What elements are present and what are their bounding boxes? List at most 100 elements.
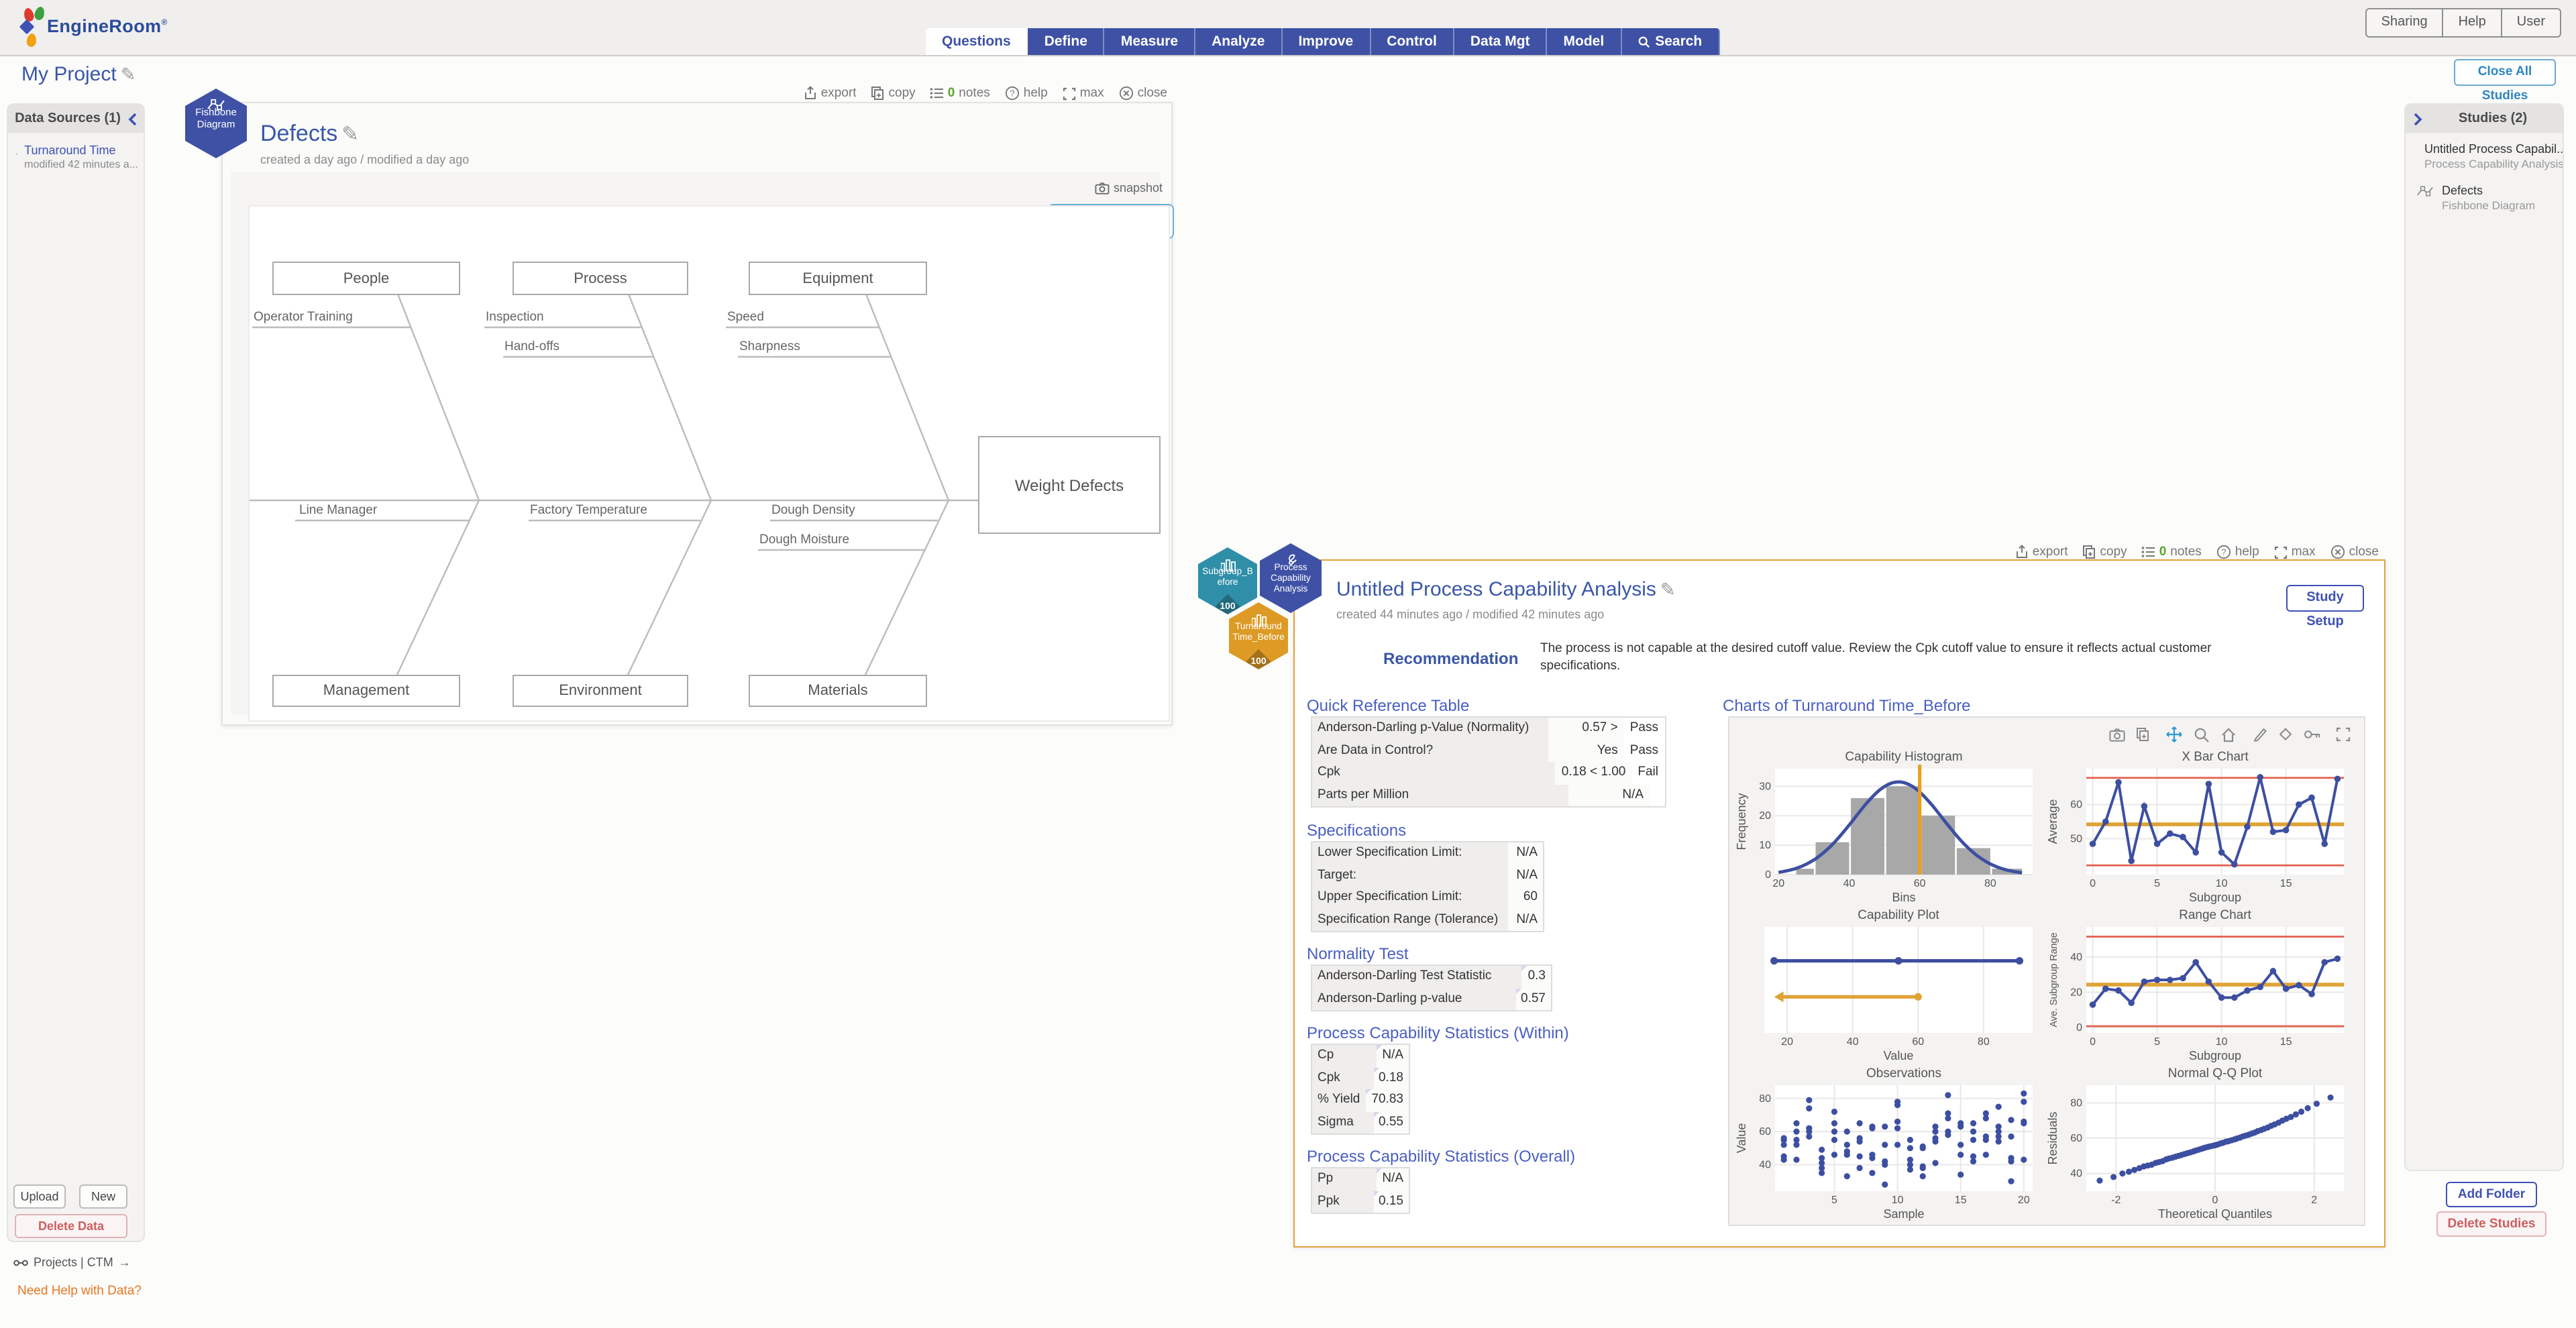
maximize-icon: [2274, 545, 2288, 559]
svg-text:0: 0: [2090, 878, 2096, 889]
cause-dough-density[interactable]: Dough Density: [771, 503, 855, 518]
tab-model[interactable]: Model: [1548, 28, 1622, 55]
user-button[interactable]: User: [2502, 9, 2560, 36]
fullscreen-icon[interactable]: [2336, 727, 2351, 742]
tab-control[interactable]: Control: [1371, 28, 1454, 55]
delete-data-button[interactable]: Delete Data: [15, 1214, 127, 1238]
engineroom-logo[interactable]: EngineRoom®: [11, 3, 172, 54]
cause-handoffs[interactable]: Hand-offs: [504, 339, 559, 354]
home-icon[interactable]: [2220, 726, 2237, 742]
category-box-people[interactable]: People: [272, 262, 460, 295]
copy-icon: [871, 86, 885, 101]
cause-line-manager[interactable]: Line Manager: [299, 503, 377, 518]
close-study-button[interactable]: close: [1119, 86, 1167, 101]
svg-text:20: 20: [2070, 987, 2082, 998]
cause-factory-temperature[interactable]: Factory Temperature: [530, 503, 647, 518]
logo-text: EngineRoom®: [47, 16, 168, 36]
notes-button[interactable]: 0notes: [2142, 545, 2202, 559]
bar-chart-icon: [1198, 554, 1257, 567]
study-item-capability[interactable]: Untitled Process Capabil... Process Capa…: [2406, 133, 2563, 174]
capability-histogram-chart[interactable]: 204060800102030Capability HistogramBinsF…: [1735, 749, 2043, 907]
delete-studies-button[interactable]: Delete Studies: [2436, 1211, 2546, 1237]
tab-improve[interactable]: Improve: [1282, 28, 1371, 55]
export-button[interactable]: export: [2015, 545, 2068, 559]
data-source-meta: modified 42 minutes a...: [24, 158, 138, 170]
studies-header[interactable]: Studies (2): [2406, 105, 2563, 133]
upload-button[interactable]: Upload: [13, 1184, 66, 1209]
category-box-materials[interactable]: Materials: [749, 675, 927, 707]
cause-operator-training[interactable]: Operator Training: [254, 310, 353, 325]
tab-define[interactable]: Define: [1028, 28, 1105, 55]
snapshot-camera-icon[interactable]: [2109, 728, 2125, 741]
export-button[interactable]: export: [804, 86, 857, 101]
study-item-defects[interactable]: Defects Fishbone Diagram: [2406, 174, 2563, 216]
expand-right-icon[interactable]: [2412, 112, 2423, 125]
cause-sharpness[interactable]: Sharpness: [739, 339, 800, 354]
data-sources-header[interactable]: Data Sources (1): [8, 105, 144, 133]
data-source-item-turnaround-time[interactable]: Turnaround Time modified 42 minutes a...: [8, 133, 144, 176]
help-study-button[interactable]: ?help: [2216, 545, 2259, 559]
maximize-button[interactable]: max: [1063, 86, 1104, 101]
range-chart[interactable]: 05101502040Range ChartSubgroupAve. Subgr…: [2046, 907, 2355, 1065]
svg-text:Average: Average: [2046, 799, 2059, 844]
x-bar-chart[interactable]: 0510155060X Bar ChartSubgroupAverage: [2046, 749, 2355, 907]
close-study-button[interactable]: close: [2330, 545, 2379, 559]
category-box-process[interactable]: Process: [513, 262, 688, 295]
need-help-link[interactable]: Need Help with Data?: [17, 1284, 142, 1298]
add-folder-button[interactable]: Add Folder: [2446, 1182, 2537, 1207]
tab-data-mgt[interactable]: Data Mgt: [1454, 28, 1548, 55]
help-button[interactable]: Help: [2444, 9, 2502, 36]
help-study-button[interactable]: ?help: [1005, 86, 1048, 101]
tab-measure[interactable]: Measure: [1105, 28, 1195, 55]
copy-button[interactable]: copy: [871, 86, 916, 101]
rename-study-icon[interactable]: ✎: [1660, 579, 1676, 601]
effect-box-weight-defects[interactable]: Weight Defects: [978, 436, 1161, 534]
tab-search[interactable]: Search: [1621, 28, 1719, 55]
copy-chart-icon[interactable]: [2136, 727, 2149, 742]
wrench-icon: [1260, 550, 1322, 563]
svg-text:5: 5: [2154, 878, 2160, 889]
svg-text:Value: Value: [1735, 1123, 1748, 1154]
normal-qq-plot-chart[interactable]: -202406080Normal Q-Q PlotTheoretical Qua…: [2046, 1065, 2355, 1223]
turnaround-time-before-badge[interactable]: Turnaround Time_Before 100: [1229, 602, 1288, 669]
zoom-icon[interactable]: [2194, 726, 2210, 742]
sharing-button[interactable]: Sharing: [2367, 9, 2444, 36]
svg-text:40: 40: [1847, 1036, 1859, 1048]
snapshot-button[interactable]: snapshot: [1095, 181, 1163, 195]
svg-text:80: 80: [2070, 1097, 2082, 1109]
category-box-management[interactable]: Management: [272, 675, 460, 707]
breadcrumb[interactable]: Projects | CTM →: [13, 1256, 131, 1269]
copy-button[interactable]: copy: [2083, 545, 2127, 559]
cause-speed[interactable]: Speed: [727, 310, 764, 325]
rename-study-icon[interactable]: ✎: [341, 122, 359, 146]
tab-questions[interactable]: Questions: [926, 28, 1028, 55]
close-all-studies-button[interactable]: Close All Studies: [2454, 59, 2556, 86]
draw-pencil-icon[interactable]: [2253, 727, 2267, 742]
fishbone-canvas[interactable]: People Process Equipment Management Envi…: [248, 205, 1170, 722]
edit-project-icon[interactable]: ✎: [121, 64, 136, 86]
study-setup-button[interactable]: Study Setup: [2286, 585, 2364, 612]
eraser-icon[interactable]: [2278, 727, 2293, 742]
cause-inspection[interactable]: Inspection: [486, 310, 544, 325]
svg-text:20: 20: [1781, 1036, 1793, 1048]
notes-button[interactable]: 0notes: [930, 86, 990, 101]
tab-analyze[interactable]: Analyze: [1195, 28, 1282, 55]
key-icon[interactable]: [2304, 728, 2321, 740]
row-count-badge: 100: [1229, 657, 1288, 667]
collapse-left-icon[interactable]: [127, 112, 138, 125]
top-bar: EngineRoom® Questions Define Measure Ana…: [0, 0, 2576, 56]
breadcrumb-arrow-icon: →: [119, 1256, 131, 1269]
capability-plot-chart[interactable]: 20406080Capability PlotValue: [1735, 907, 2043, 1065]
subgroup-before-badge[interactable]: Subgroup_Before 100: [1198, 547, 1257, 614]
new-button[interactable]: New: [79, 1184, 127, 1209]
svg-text:30: 30: [1759, 781, 1771, 792]
data-source-name[interactable]: Turnaround Time: [24, 144, 138, 157]
cause-dough-moisture[interactable]: Dough Moisture: [759, 533, 849, 547]
pan-icon[interactable]: [2165, 726, 2183, 743]
observations-chart[interactable]: 5101520406080ObservationsSampleValue: [1735, 1065, 2043, 1223]
category-box-environment[interactable]: Environment: [513, 675, 688, 707]
category-box-equipment[interactable]: Equipment: [749, 262, 927, 295]
projects-icon: [13, 1256, 28, 1268]
table-row: Target:N/A: [1312, 865, 1543, 887]
maximize-button[interactable]: max: [2274, 545, 2316, 559]
